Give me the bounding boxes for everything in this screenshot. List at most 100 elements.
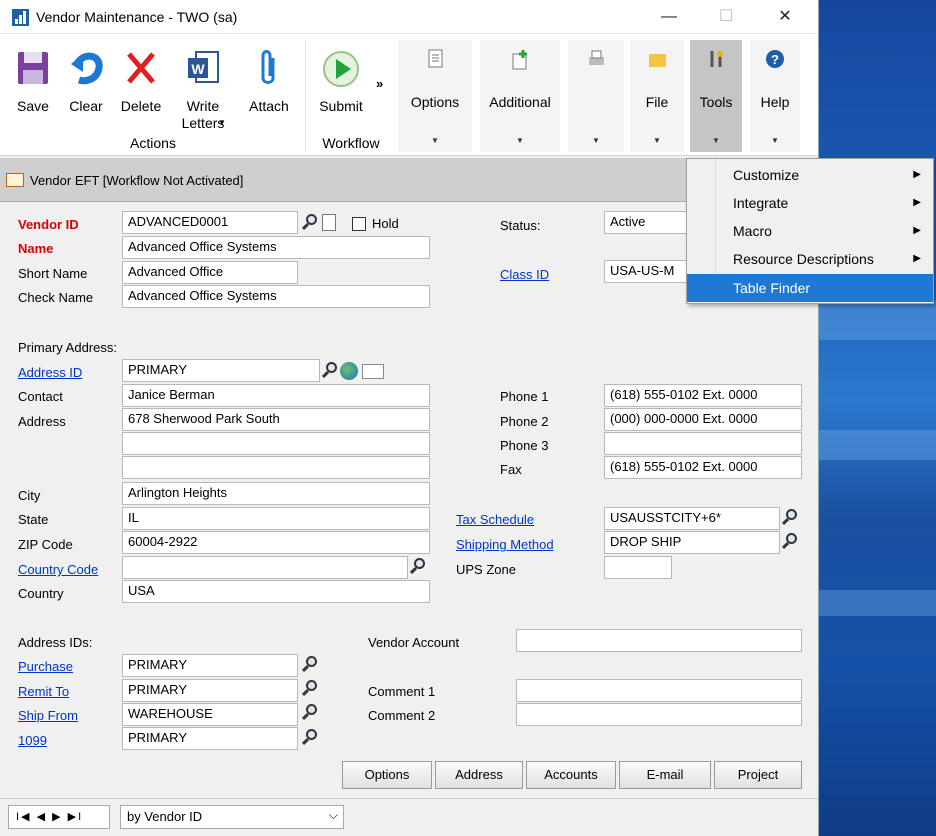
options-label: Options [410,94,460,110]
vendor-lookup-icon[interactable] [301,214,318,231]
purchase-address-field[interactable]: PRIMARY [122,654,298,677]
country-code-link[interactable]: Country Code [18,562,98,577]
ship-from-lookup-icon[interactable] [301,704,318,721]
email-button[interactable]: E-mail [619,761,711,789]
workflow-status-text: Vendor EFT [Workflow Not Activated] [30,173,244,188]
fax-label: Fax [500,462,522,477]
1099-link[interactable]: 1099 [18,733,47,748]
phone1-label: Phone 1 [500,389,549,404]
country-field[interactable]: USA [122,580,430,603]
comment2-label: Comment 2 [368,708,436,723]
vendor-id-field[interactable]: ADVANCED0001 [122,211,298,234]
remit-to-lookup-icon[interactable] [301,680,318,697]
country-code-field[interactable] [122,556,408,579]
shipping-method-link[interactable]: Shipping Method [456,537,554,552]
1099-address-field[interactable]: PRIMARY [122,727,298,750]
purchase-link[interactable]: Purchase [18,659,73,674]
check-name-label: Check Name [18,290,94,305]
name-label: Name [18,241,54,256]
shipping-method-field[interactable]: DROP SHIP [604,531,780,554]
sort-by-value: by Vendor ID [127,809,203,824]
tax-schedule-field[interactable]: USAUSSTCITY+6* [604,507,780,530]
vendor-account-label: Vendor Account [368,635,460,650]
comment2-field[interactable] [516,703,802,726]
menu-item-integrate[interactable]: Integrate ▶ [687,189,933,217]
menu-item-customize[interactable]: Customize ▶ [687,161,933,189]
address-label: Address [18,414,66,429]
ups-zone-field[interactable] [604,556,672,579]
tools-dropdown-menu: Customize ▶ Integrate ▶ Macro ▶ Resource De… [686,158,934,304]
name-field[interactable]: Advanced Office Systems [122,236,430,259]
country-code-lookup-icon[interactable] [409,558,426,575]
group-separator [305,40,306,152]
address-id-link[interactable]: Address ID [18,365,82,380]
address-id-field[interactable]: PRIMARY [122,359,320,382]
address-line1-field[interactable]: 678 Sherwood Park South [122,408,430,431]
close-button[interactable]: ✕ [762,3,808,31]
shipping-method-lookup-icon[interactable] [781,533,798,550]
state-field[interactable]: IL [122,507,430,530]
menu-item-macro[interactable]: Macro ▶ [687,217,933,245]
fax-field[interactable]: (618) 555-0102 Ext. 0000 [604,456,802,479]
comment1-field[interactable] [516,679,802,702]
desktop-background [819,0,936,836]
dropdown-arrow-icon: ▼ [653,136,661,145]
check-name-field[interactable]: Advanced Office Systems [122,285,430,308]
phone2-field[interactable]: (000) 000-0000 Ext. 0000 [604,408,802,431]
options-menu-button[interactable]: Options ▼ [398,40,472,152]
submenu-arrow-icon: ▶ [913,197,921,208]
address-line3-field[interactable] [122,456,430,479]
project-button[interactable]: Project [714,761,802,789]
short-name-field[interactable]: Advanced Office [122,261,298,284]
maximize-button[interactable]: ☐ [703,3,749,31]
remit-to-address-field[interactable]: PRIMARY [122,679,298,702]
tax-schedule-lookup-icon[interactable] [781,509,798,526]
accounts-button[interactable]: Accounts [526,761,616,789]
email-envelope-icon[interactable] [362,364,384,379]
floppy-disk-icon [18,52,48,84]
options-button[interactable]: Options [342,761,432,789]
ship-from-address-field[interactable]: WAREHOUSE [122,703,298,726]
class-id-link[interactable]: Class ID [500,267,549,282]
more-chevron-button[interactable]: » [376,76,383,91]
purchase-lookup-icon[interactable] [301,656,318,673]
dynamics-gp-logo-icon [12,9,29,26]
1099-lookup-icon[interactable] [301,729,318,746]
phone3-field[interactable] [604,432,802,455]
record-navigation-buttons[interactable]: I◀ ◀ ▶ ▶I [8,805,110,829]
sort-by-dropdown[interactable]: by Vendor ID ⌵ [120,805,344,829]
ribbon: Save Clear Delete W Write Letters ▼ Atta… [0,34,818,156]
phone1-field[interactable]: (618) 555-0102 Ext. 0000 [604,384,802,407]
contact-field[interactable]: Janice Berman [122,384,430,407]
address-line2-field[interactable] [122,432,430,455]
contact-label: Contact [18,389,63,404]
vendor-account-field[interactable] [516,629,802,652]
hold-checkbox[interactable] [352,217,366,231]
ship-from-link[interactable]: Ship From [18,708,78,723]
tools-menu-button[interactable]: Tools ▼ [690,40,742,152]
tools-wrench-icon [710,51,723,67]
help-menu-button[interactable]: ? Help ▼ [750,40,800,152]
city-field[interactable]: Arlington Heights [122,482,430,505]
print-menu-button[interactable]: ▼ [568,40,624,152]
file-menu-button[interactable]: File ▼ [630,40,684,152]
globe-icon[interactable] [340,362,358,380]
menu-item-resource-descriptions[interactable]: Resource Descriptions ▶ [687,245,933,273]
help-label: Help [760,94,790,110]
remit-to-link[interactable]: Remit To [18,684,69,699]
tax-schedule-link[interactable]: Tax Schedule [456,512,534,527]
menu-item-label: Customize [733,167,800,183]
options-page-icon [428,49,443,68]
undo-arrow-icon [71,52,103,85]
zip-code-field[interactable]: 60004-2922 [122,531,430,554]
menu-item-table-finder[interactable]: Table Finder [687,274,933,302]
new-note-icon[interactable] [322,214,336,231]
country-label: Country [18,586,64,601]
vendor-id-label: Vendor ID [18,217,79,232]
dropdown-arrow-icon: ▼ [712,136,720,145]
city-label: City [18,488,41,503]
minimize-button[interactable]: — [646,3,692,31]
address-lookup-icon[interactable] [321,362,338,379]
additional-menu-button[interactable]: Additional ▼ [480,40,560,152]
address-button[interactable]: Address [435,761,523,789]
